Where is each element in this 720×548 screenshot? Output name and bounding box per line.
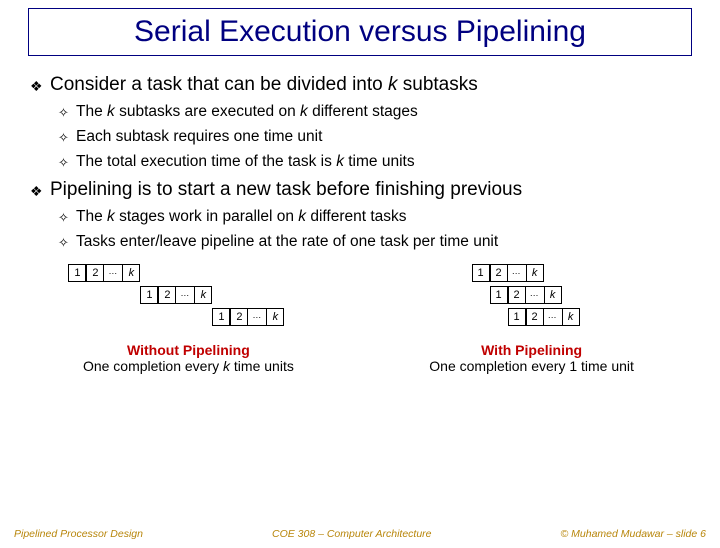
cell: 2	[158, 286, 176, 304]
bullet-main-2: ❖ Pipelining is to start a new task befo…	[30, 179, 690, 201]
content-area: ❖ Consider a task that can be divided in…	[0, 60, 720, 251]
cell: 1	[490, 286, 508, 304]
cell: k	[544, 286, 562, 304]
cell: 1	[508, 308, 526, 326]
caption-pipeline: With Pipelining One completion every 1 t…	[429, 342, 634, 374]
bullet-sub-2a: ✧ The k stages work in parallel on k dif…	[58, 208, 690, 226]
diagram-area: 1 2 … k 1 2 … k 1 2 … k Without Pipelini…	[0, 258, 720, 374]
diamond-icon: ❖	[30, 78, 43, 95]
diamond-icon: ❖	[30, 183, 43, 200]
cell-dots: …	[176, 286, 194, 304]
cell-dots: …	[526, 286, 544, 304]
serial-stairs: 1 2 … k 1 2 … k 1 2 … k	[48, 264, 328, 336]
footer-right: © Muhamed Mudawar – slide 6	[561, 528, 706, 540]
cell: k	[266, 308, 284, 326]
cell-dots: …	[508, 264, 526, 282]
serial-row-1: 1 2 … k	[68, 264, 140, 282]
pipeline-row-1: 1 2 … k	[472, 264, 544, 282]
cell-dots: …	[104, 264, 122, 282]
title-box: Serial Execution versus Pipelining	[28, 8, 692, 56]
footer-left: Pipelined Processor Design	[14, 528, 143, 540]
cell: 2	[508, 286, 526, 304]
pipeline-row-2: 1 2 … k	[490, 286, 562, 304]
diagram-serial: 1 2 … k 1 2 … k 1 2 … k Without Pipelini…	[30, 260, 347, 374]
cell-dots: …	[248, 308, 266, 326]
serial-row-3: 1 2 … k	[212, 308, 284, 326]
bullet-sub-1a: ✧ The k subtasks are executed on k diffe…	[58, 103, 690, 121]
cell: 2	[490, 264, 508, 282]
slide-title: Serial Execution versus Pipelining	[39, 15, 681, 49]
bullet-sub-2b: ✧ Tasks enter/leave pipeline at the rate…	[58, 233, 690, 251]
cell: k	[194, 286, 212, 304]
cell: 1	[472, 264, 490, 282]
cell: k	[526, 264, 544, 282]
caption-serial: Without Pipelining One completion every …	[83, 342, 294, 374]
diamond-small-icon: ✧	[58, 210, 69, 226]
cell: 1	[212, 308, 230, 326]
diagram-pipeline: 1 2 … k 1 2 … k 1 2 … k With Pipelining …	[373, 260, 690, 374]
diamond-small-icon: ✧	[58, 130, 69, 146]
diamond-small-icon: ✧	[58, 105, 69, 121]
cell: 1	[68, 264, 86, 282]
pipeline-row-3: 1 2 … k	[508, 308, 580, 326]
cell: 1	[140, 286, 158, 304]
pipeline-stairs: 1 2 … k 1 2 … k 1 2 … k	[432, 264, 632, 336]
cell: k	[122, 264, 140, 282]
footer: Pipelined Processor Design COE 308 – Com…	[0, 528, 720, 540]
cell: 2	[230, 308, 248, 326]
bullet-main-1: ❖ Consider a task that can be divided in…	[30, 74, 690, 96]
diamond-small-icon: ✧	[58, 235, 69, 251]
bullet-sub-1b: ✧ Each subtask requires one time unit	[58, 128, 690, 146]
cell: k	[562, 308, 580, 326]
serial-row-2: 1 2 … k	[140, 286, 212, 304]
footer-center: COE 308 – Computer Architecture	[272, 528, 432, 540]
cell: 2	[86, 264, 104, 282]
bullet-sub-1c: ✧ The total execution time of the task i…	[58, 153, 690, 171]
diamond-small-icon: ✧	[58, 155, 69, 171]
cell: 2	[526, 308, 544, 326]
cell-dots: …	[544, 308, 562, 326]
